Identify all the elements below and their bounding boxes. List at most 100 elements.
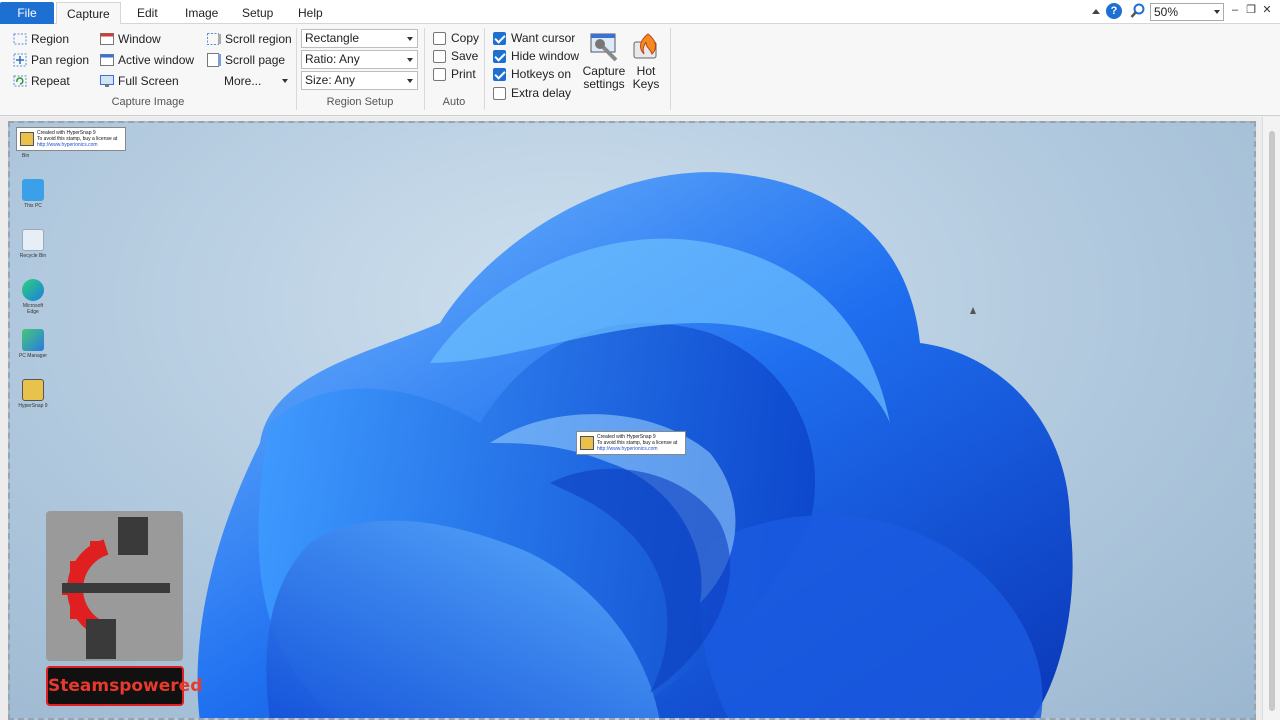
want-cursor-label: Want cursor — [511, 31, 576, 45]
hypersnap-stamp: Created with HyperSnap 9 To avoid this s… — [576, 431, 686, 455]
recycle-bin-icon — [22, 229, 44, 251]
scrollbar-thumb[interactable] — [1269, 131, 1275, 711]
active-window-icon — [99, 52, 115, 68]
bloom-wallpaper — [197, 172, 1073, 718]
scroll-region-label: Scroll region — [225, 32, 292, 46]
collapse-ribbon-icon[interactable] — [1090, 3, 1102, 21]
desktop-icon-hypersnap[interactable]: HyperSnap 9 — [18, 379, 48, 409]
desktop-icon-label: PC Manager — [18, 353, 48, 359]
repeat-label: Repeat — [31, 74, 70, 88]
magnifier-icon[interactable] — [1130, 3, 1146, 21]
watermark-logo — [46, 511, 183, 661]
desktop-icon-label: HyperSnap 9 — [18, 403, 48, 409]
hot-keys-icon — [630, 30, 662, 62]
extra-delay-checkbox[interactable]: Extra delay — [493, 83, 571, 103]
full-screen-button[interactable]: Full Screen — [99, 71, 179, 91]
print-check[interactable] — [433, 67, 446, 81]
chevron-down-icon — [282, 79, 288, 83]
desktop-icon-edge[interactable]: Microsoft Edge — [18, 279, 48, 315]
size-value: Size: Any — [305, 73, 356, 87]
captured-screenshot[interactable]: This PC Recycle Bin Microsoft Edge PC Ma… — [8, 121, 1256, 720]
tab-edit[interactable]: Edit — [127, 2, 168, 24]
image-canvas[interactable]: This PC Recycle Bin Microsoft Edge PC Ma… — [0, 117, 1280, 720]
size-select[interactable]: Size: Any — [301, 71, 418, 90]
hide-window-checkbox[interactable]: Hide window — [493, 46, 579, 66]
menu-bar: File Capture Edit Image Setup Help ? 50%… — [0, 0, 1280, 25]
edge-icon — [22, 279, 44, 301]
pan-region-button[interactable]: Pan region — [12, 50, 89, 70]
hot-keys-label-2: Keys — [632, 77, 660, 91]
capture-settings-button[interactable]: Capture settings — [581, 30, 627, 91]
hypersnap-icon — [22, 379, 44, 401]
window-button[interactable]: Window — [99, 29, 161, 49]
desktop-icon-label: This PC — [24, 203, 42, 209]
hotkeys-on-check[interactable] — [493, 67, 506, 81]
monitor-icon — [22, 179, 44, 201]
ratio-select[interactable]: Ratio: Any — [301, 50, 418, 69]
scroll-region-icon — [206, 31, 222, 47]
repeat-icon — [12, 73, 28, 89]
tab-capture[interactable]: Capture — [56, 2, 121, 25]
active-window-button[interactable]: Active window — [99, 50, 194, 70]
pan-region-label: Pan region — [31, 53, 90, 67]
save-label: Save — [451, 49, 479, 63]
print-checkbox[interactable]: Print — [433, 64, 476, 84]
pan-region-icon — [12, 52, 28, 68]
gear-logo-icon — [62, 517, 170, 659]
hotkeys-on-label: Hotkeys on — [511, 67, 572, 81]
pc-manager-icon — [22, 329, 44, 351]
more-label: More... — [224, 74, 262, 88]
save-checkbox[interactable]: Save — [433, 46, 478, 66]
region-label: Region — [31, 32, 70, 46]
copy-label: Copy — [451, 31, 480, 45]
vertical-scrollbar[interactable] — [1262, 117, 1280, 720]
region-setup-group-label: Region Setup — [326, 96, 394, 108]
scroll-page-icon — [206, 52, 222, 68]
desktop-icon-pc-manager[interactable]: PC Manager — [18, 329, 48, 359]
copy-check[interactable] — [433, 31, 446, 45]
desktop-icon-label: Bin — [22, 153, 30, 159]
tab-setup[interactable]: Setup — [232, 2, 283, 24]
close-icon[interactable]: ✕ — [1260, 3, 1274, 17]
save-check[interactable] — [433, 49, 446, 63]
more-button[interactable]: More... — [224, 71, 290, 91]
hide-window-check[interactable] — [493, 49, 506, 63]
want-cursor-check[interactable] — [493, 31, 506, 45]
stamp-url: http://www.hyperionics.com — [597, 446, 658, 452]
tab-help[interactable]: Help — [288, 2, 333, 24]
scroll-page-button[interactable]: Scroll page — [206, 50, 285, 70]
extra-delay-check[interactable] — [493, 86, 506, 100]
shape-select[interactable]: Rectangle — [301, 29, 418, 48]
minimize-icon[interactable]: – — [1228, 3, 1242, 17]
auto-group-label: Auto — [442, 96, 466, 108]
tab-file[interactable]: File — [0, 2, 54, 24]
restore-icon[interactable]: ❐ — [1244, 3, 1258, 17]
print-label: Print — [451, 67, 476, 81]
hide-window-label: Hide window — [511, 49, 580, 63]
region-button[interactable]: Region — [12, 29, 69, 49]
want-cursor-checkbox[interactable]: Want cursor — [493, 28, 575, 48]
capture-settings-label-2: settings — [583, 77, 625, 91]
desktop-icon-label: Microsoft Edge — [22, 303, 44, 315]
desktop-icon-this-pc[interactable]: This PC — [18, 179, 48, 209]
extra-delay-label: Extra delay — [511, 86, 572, 100]
window-icon — [99, 31, 115, 47]
scroll-region-button[interactable]: Scroll region — [206, 29, 292, 49]
hotkeys-on-checkbox[interactable]: Hotkeys on — [493, 64, 571, 84]
region-icon — [12, 31, 28, 47]
help-icon[interactable]: ? — [1106, 3, 1122, 19]
scroll-page-label: Scroll page — [225, 53, 286, 67]
full-screen-icon — [99, 73, 115, 89]
hot-keys-button[interactable]: Hot Keys — [628, 30, 664, 91]
mouse-cursor-icon — [970, 307, 976, 314]
window-label: Window — [118, 32, 161, 46]
active-window-label: Active window — [118, 53, 195, 67]
zoom-select[interactable]: 50% — [1150, 3, 1224, 21]
copy-checkbox[interactable]: Copy — [433, 28, 479, 48]
desktop-icon-recycle-bin[interactable]: Recycle Bin — [18, 229, 48, 259]
stamp-url: http://www.hyperionics.com — [37, 142, 98, 148]
tab-image[interactable]: Image — [175, 2, 228, 24]
hypersnap-stamp: Created with HyperSnap 9 To avoid this s… — [16, 127, 126, 151]
repeat-button[interactable]: Repeat — [12, 71, 70, 91]
watermark-label: Steamspowered — [46, 666, 202, 706]
